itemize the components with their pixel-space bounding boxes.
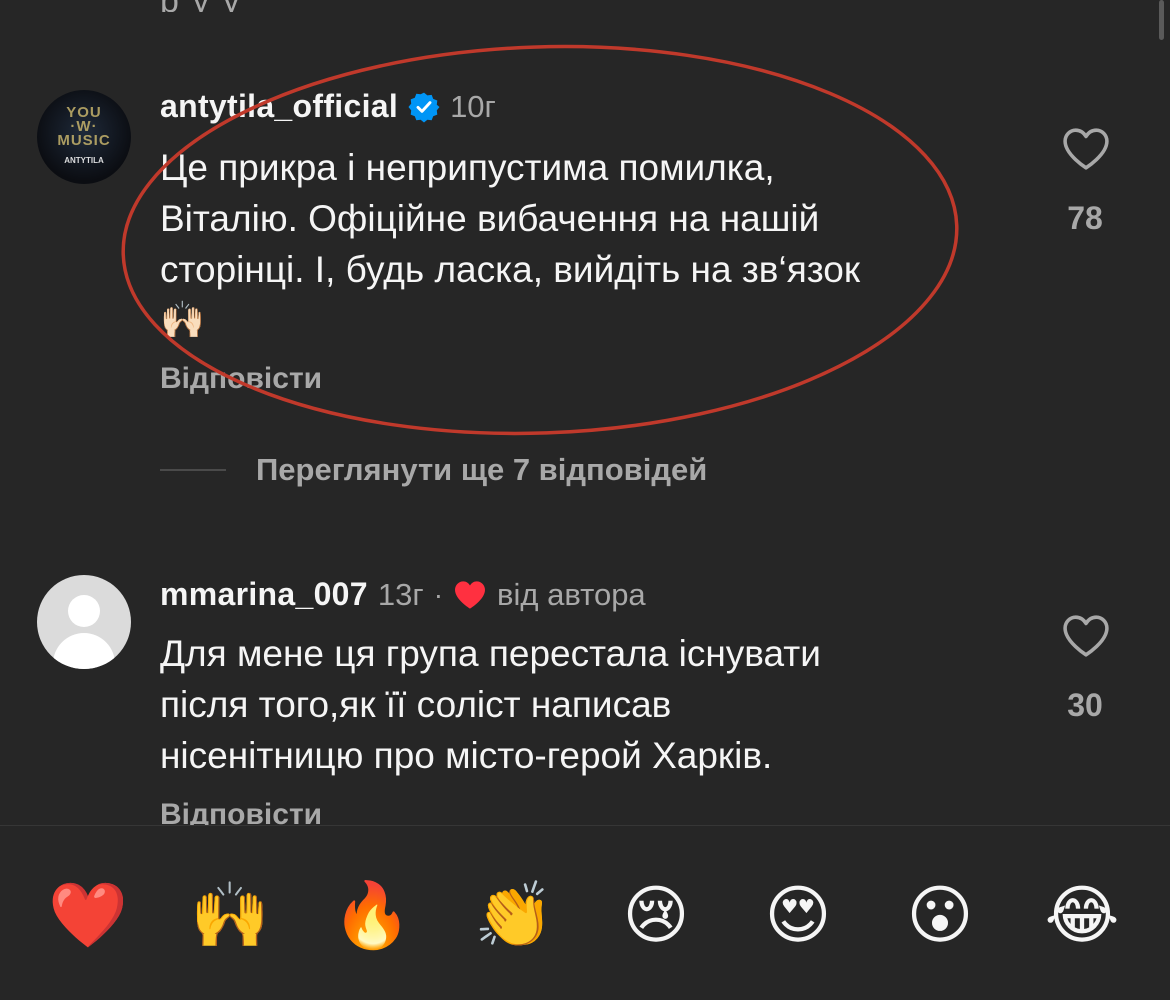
comment-time: 10г bbox=[450, 88, 496, 124]
comment-line: Для мене ця група перестала існувати bbox=[160, 633, 821, 674]
like-count: 78 bbox=[1067, 200, 1103, 236]
view-more-label[interactable]: Переглянути ще 7 відповідей bbox=[256, 452, 707, 488]
raising-hands-emoji: 🙌🏻 bbox=[160, 300, 205, 341]
separator-dot: · bbox=[433, 578, 444, 610]
astonished-face-reaction[interactable]: 😮 bbox=[900, 876, 980, 956]
comment-text: Це прикра і неприпустима помилка, Віталі… bbox=[160, 142, 1020, 346]
author-liked-heart-icon bbox=[455, 580, 486, 609]
band-avatar[interactable]: YOU ·W· MUSIC ANTYTILA bbox=[37, 90, 131, 184]
raising-hands-reaction[interactable]: 🙌 bbox=[190, 876, 270, 956]
username[interactable]: mmarina_007 bbox=[160, 576, 368, 613]
comment-line: Віталію. Офіційне вибачення на нашій bbox=[160, 198, 820, 239]
view-more-replies[interactable]: Переглянути ще 7 відповідей bbox=[160, 452, 707, 488]
comment-line: нісенітницю про місто-герой Харків. bbox=[160, 735, 773, 776]
verified-badge-icon bbox=[408, 92, 440, 123]
username[interactable]: antytila_official bbox=[160, 88, 398, 125]
heart-eyes-reaction[interactable]: 😍 bbox=[758, 876, 838, 956]
clipped-previous-text: p y y bbox=[160, 0, 860, 12]
avatar-head-shape bbox=[68, 595, 100, 627]
comment-line: Це прикра і неприпустима помилка, bbox=[160, 147, 775, 188]
liked-by-author-label: від автора bbox=[497, 576, 646, 612]
default-avatar[interactable] bbox=[37, 575, 131, 669]
red-heart-reaction[interactable]: ❤️ bbox=[48, 876, 128, 956]
clapping-hands-reaction[interactable]: 👏 bbox=[474, 876, 554, 956]
comment-time: 13г bbox=[377, 576, 424, 612]
reply-button[interactable]: Відповісти bbox=[160, 362, 322, 396]
band-logo-art: YOU ·W· MUSIC ANTYTILA bbox=[57, 104, 111, 165]
heart-outline-icon[interactable] bbox=[1060, 126, 1112, 172]
comment-header: mmarina_007 13г · від автора bbox=[160, 576, 646, 613]
heart-outline-icon[interactable] bbox=[1060, 613, 1112, 659]
avatar-torso-shape bbox=[53, 633, 115, 669]
comment-line: сторінці. І, будь ласка, вийдіть на зв‘я… bbox=[160, 249, 861, 290]
fire-reaction[interactable]: 🔥 bbox=[332, 876, 412, 956]
like-count: 30 bbox=[1067, 687, 1103, 723]
divider-line bbox=[160, 469, 226, 471]
quick-reaction-bar: ❤️ 🙌 🔥 👏 😢 😍 😮 😂 bbox=[0, 825, 1170, 1000]
comment-header: antytila_official 10г bbox=[160, 88, 496, 125]
crying-face-reaction[interactable]: 😢 bbox=[616, 876, 696, 956]
scrollbar[interactable] bbox=[1159, 0, 1164, 40]
comment-line: після того,як її соліст написав bbox=[160, 684, 672, 725]
tears-of-joy-reaction[interactable]: 😂 bbox=[1042, 876, 1122, 956]
comment-text: Для мене ця група перестала існувати піс… bbox=[160, 628, 1020, 781]
